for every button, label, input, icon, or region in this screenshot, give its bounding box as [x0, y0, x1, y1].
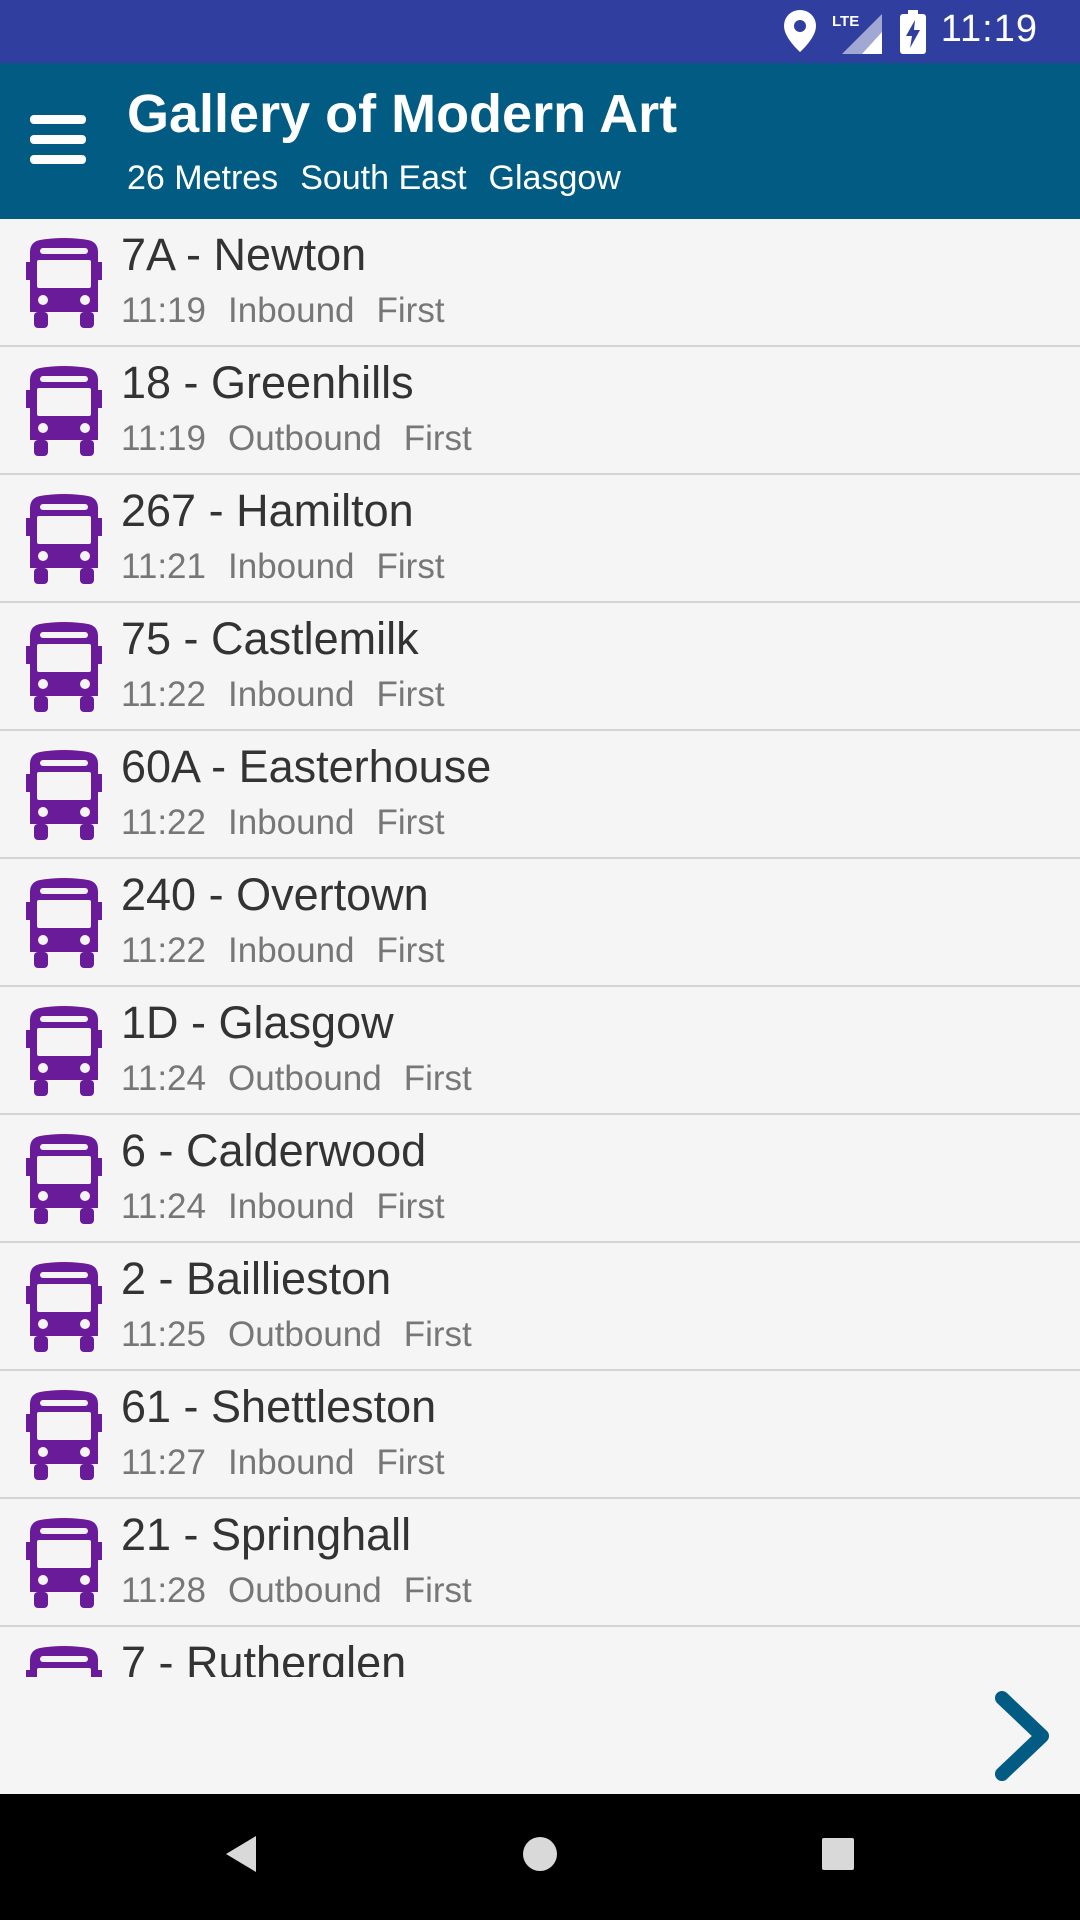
route-label: 6 - Calderwood — [121, 1125, 427, 1176]
recents-icon[interactable] — [820, 1832, 856, 1876]
departure-time: 11:28 — [121, 1571, 206, 1610]
departure-direction: Outbound — [228, 1315, 382, 1354]
departure-time: 11:22 — [121, 675, 206, 714]
bus-icon — [26, 1390, 102, 1482]
route-label: 7 - Rutherglen — [121, 1637, 407, 1677]
departure-row[interactable]: 21 - Springhall 11:28 Outbound First — [0, 1499, 1080, 1627]
route-label: 60A - Easterhouse — [121, 741, 492, 792]
app-bar: Gallery of Modern Art 26 Metres South Ea… — [0, 63, 1080, 219]
route-label: 18 - Greenhills — [121, 357, 414, 408]
stop-direction: South East — [300, 159, 467, 197]
departure-time: 11:19 — [121, 419, 206, 458]
departure-operator: First — [403, 1571, 472, 1610]
departure-operator: First — [376, 1187, 445, 1226]
departure-time: 11:21 — [121, 547, 206, 586]
departure-row[interactable]: 2 - Baillieston 11:25 Outbound First — [0, 1243, 1080, 1371]
bus-icon — [26, 238, 102, 330]
departure-time: 11:24 — [121, 1187, 206, 1226]
departure-meta: 11:25 Outbound First — [121, 1315, 472, 1355]
location-icon — [784, 10, 816, 52]
departure-meta: 11:19 Outbound First — [121, 419, 472, 459]
home-icon[interactable] — [520, 1832, 560, 1876]
departure-time: 11:22 — [121, 931, 206, 970]
departure-time: 11:27 — [121, 1443, 206, 1482]
departure-operator: First — [403, 419, 472, 458]
bus-icon — [26, 1006, 102, 1098]
route-label: 61 - Shettleston — [121, 1381, 437, 1432]
bus-icon — [26, 750, 102, 842]
departure-time: 11:25 — [121, 1315, 206, 1354]
departure-operator: First — [376, 1443, 445, 1482]
route-label: 1D - Glasgow — [121, 997, 394, 1048]
bus-icon — [26, 1646, 102, 1677]
departure-meta: 11:22 Inbound First — [121, 803, 445, 843]
departure-row[interactable]: 6 - Calderwood 11:24 Inbound First — [0, 1115, 1080, 1243]
chevron-right-icon[interactable] — [992, 1690, 1052, 1782]
hamburger-menu-icon[interactable] — [30, 115, 86, 165]
departure-meta: 11:24 Outbound First — [121, 1059, 472, 1099]
departure-row[interactable]: 75 - Castlemilk 11:22 Inbound First — [0, 603, 1080, 731]
departure-direction: Inbound — [228, 1443, 355, 1482]
departure-direction: Outbound — [228, 419, 382, 458]
route-label: 267 - Hamilton — [121, 485, 414, 536]
lte-signal-icon: LTE — [832, 13, 882, 54]
route-label: 240 - Overtown — [121, 869, 429, 920]
departure-meta: 11:22 Inbound First — [121, 675, 445, 715]
departure-time: 11:19 — [121, 291, 206, 330]
back-icon[interactable] — [222, 1832, 258, 1876]
departure-operator: First — [376, 931, 445, 970]
route-label: 21 - Springhall — [121, 1509, 412, 1560]
departure-operator: First — [403, 1059, 472, 1098]
bus-icon — [26, 1134, 102, 1226]
departure-direction: Inbound — [228, 931, 355, 970]
departure-direction: Outbound — [228, 1059, 382, 1098]
departure-row[interactable]: 61 - Shettleston 11:27 Inbound First — [0, 1371, 1080, 1499]
bus-icon — [26, 494, 102, 586]
status-bar: LTE 11:19 — [0, 0, 1080, 63]
departure-meta: 11:27 Inbound First — [121, 1443, 445, 1483]
departure-direction: Inbound — [228, 675, 355, 714]
departure-list[interactable]: 7A - Newton 11:19 Inbound First 18 - Greenhi… — [0, 219, 1080, 1677]
system-navigation-bar — [0, 1794, 1080, 1920]
departure-meta: 11:22 Inbound First — [121, 931, 445, 971]
departure-operator: First — [376, 803, 445, 842]
departure-operator: First — [376, 291, 445, 330]
departure-row[interactable]: 1D - Glasgow 11:24 Outbound First — [0, 987, 1080, 1115]
departure-row[interactable]: 7 - Rutherglen — [0, 1627, 1080, 1677]
stop-subtitle: 26 Metres South East Glasgow — [127, 159, 621, 198]
bus-icon — [26, 1262, 102, 1354]
departure-meta: 11:28 Outbound First — [121, 1571, 472, 1611]
departure-meta: 11:24 Inbound First — [121, 1187, 445, 1227]
departure-direction: Inbound — [228, 547, 355, 586]
bus-icon — [26, 622, 102, 714]
status-time: 11:19 — [940, 8, 1038, 50]
bus-icon — [26, 878, 102, 970]
departure-direction: Inbound — [228, 803, 355, 842]
departure-operator: First — [376, 675, 445, 714]
route-label: 75 - Castlemilk — [121, 613, 419, 664]
bus-icon — [26, 366, 102, 458]
route-label: 7A - Newton — [121, 229, 367, 280]
route-label: 2 - Baillieston — [121, 1253, 392, 1304]
stop-city: Glasgow — [488, 159, 621, 197]
lte-label: LTE — [832, 13, 859, 30]
stop-name-title: Gallery of Modern Art — [127, 84, 678, 144]
departure-meta: 11:19 Inbound First — [121, 291, 445, 331]
stop-distance: 26 Metres — [127, 159, 279, 197]
departure-row[interactable]: 240 - Overtown 11:22 Inbound First — [0, 859, 1080, 987]
departure-direction: Inbound — [228, 291, 355, 330]
departure-row[interactable]: 267 - Hamilton 11:21 Inbound First — [0, 475, 1080, 603]
departure-direction: Outbound — [228, 1571, 382, 1610]
departure-row[interactable]: 60A - Easterhouse 11:22 Inbound First — [0, 731, 1080, 859]
departure-time: 11:24 — [121, 1059, 206, 1098]
departure-row[interactable]: 18 - Greenhills 11:19 Outbound First — [0, 347, 1080, 475]
departure-time: 11:22 — [121, 803, 206, 842]
bus-icon — [26, 1518, 102, 1610]
departure-operator: First — [403, 1315, 472, 1354]
departure-row[interactable]: 7A - Newton 11:19 Inbound First — [0, 219, 1080, 347]
departure-operator: First — [376, 547, 445, 586]
departure-meta: 11:21 Inbound First — [121, 547, 445, 587]
departure-direction: Inbound — [228, 1187, 355, 1226]
battery-charging-icon — [900, 10, 926, 54]
